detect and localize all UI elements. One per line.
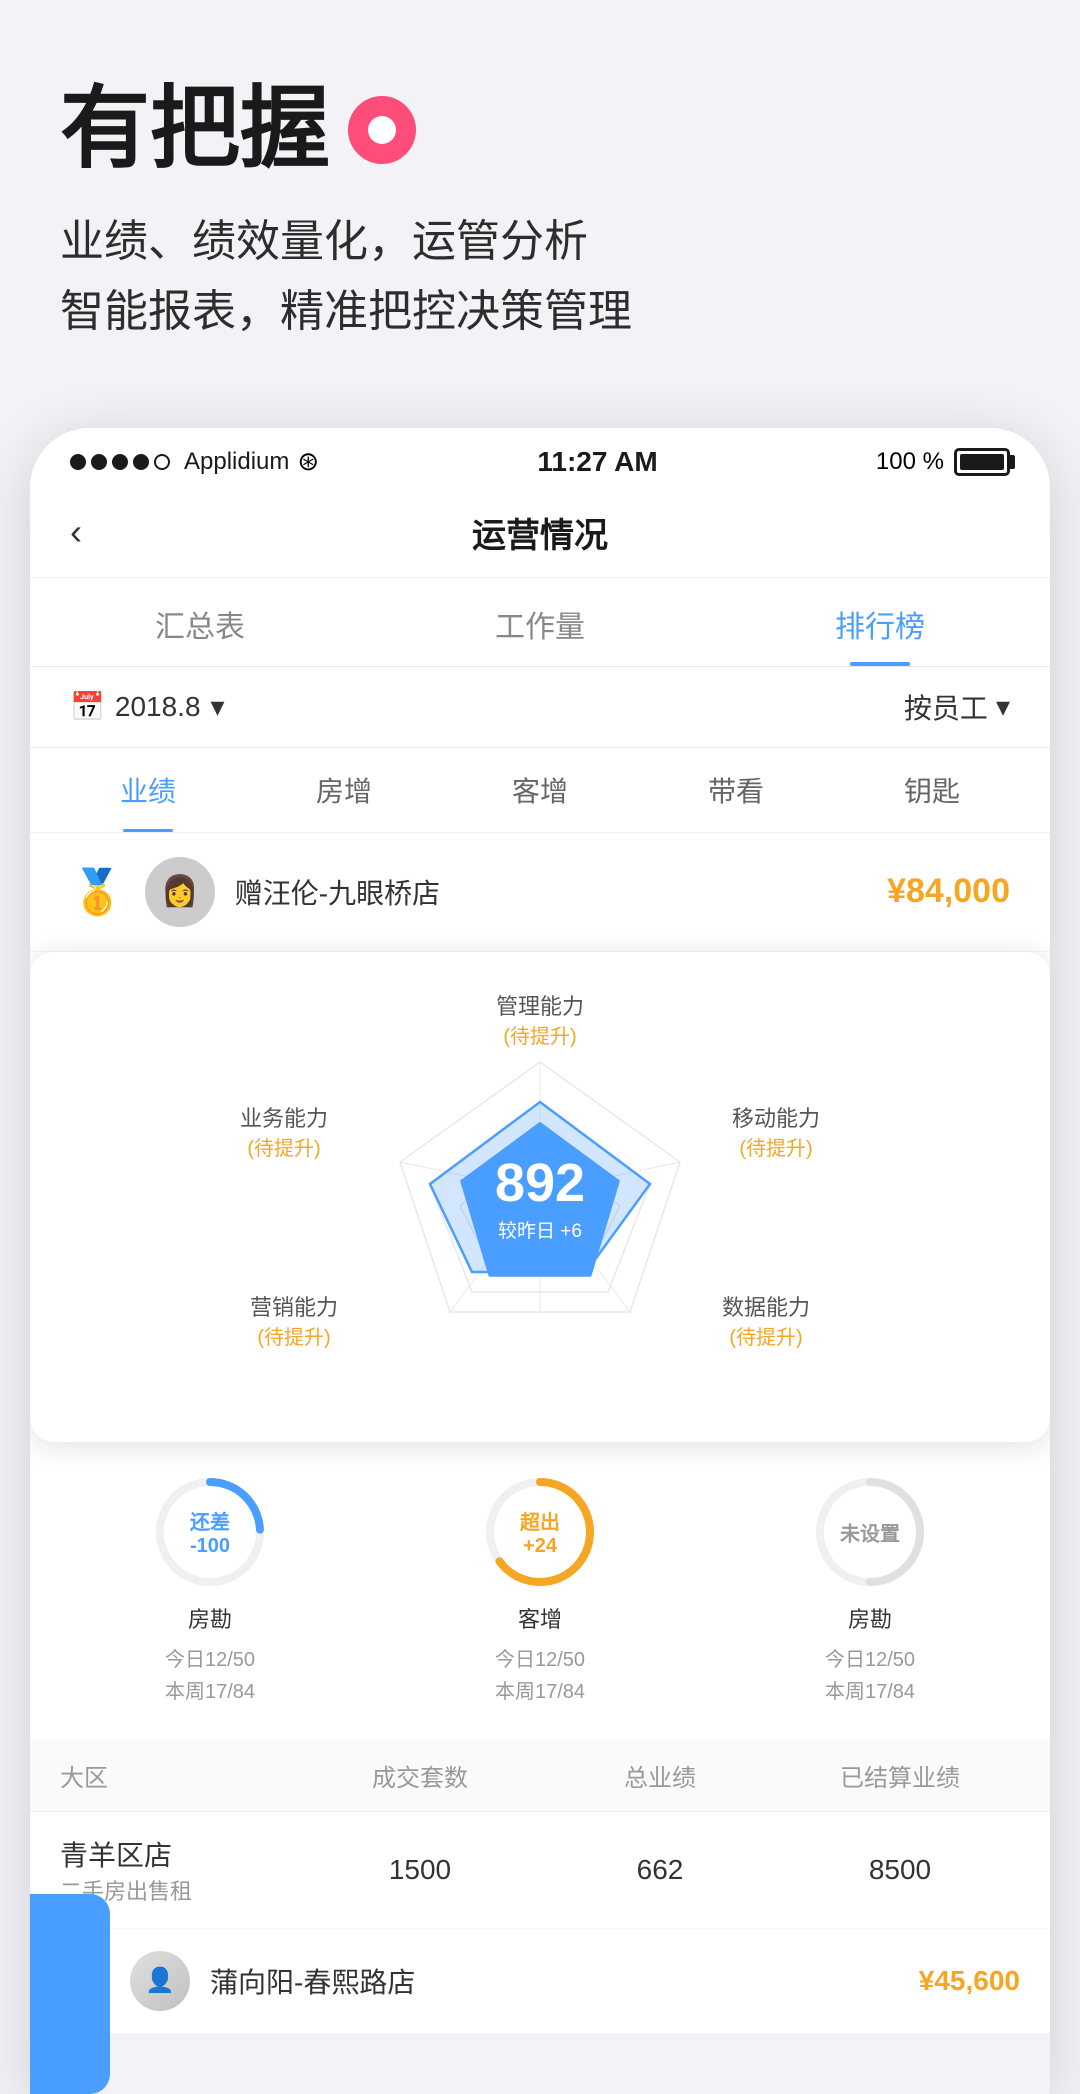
hero-title-container: 有把握 <box>60 80 1020 179</box>
status-left: Applidium ⊛ <box>70 446 319 477</box>
status-time: 11:27 AM <box>537 446 657 478</box>
blue-corner-decoration <box>30 1894 110 2094</box>
hero-title-text: 有把握 <box>60 80 330 179</box>
brand-logo-inner <box>368 116 396 144</box>
back-button[interactable]: ‹ <box>70 511 82 553</box>
sub-tab-bar: 业绩 房增 客增 带看 钥匙 <box>30 748 1050 833</box>
signal-dot-2 <box>91 454 107 470</box>
sub-tab-customer-increase[interactable]: 客增 <box>442 748 638 832</box>
signal-dot-1 <box>70 454 86 470</box>
table-header: 大区 成交套数 总业绩 已结算业绩 <box>30 1740 1050 1812</box>
radar-card: 管理能力 (待提升) 移动能力 (待提升) 数据能力 (待提升) 营销能力 (待… <box>30 952 1050 1442</box>
date-filter[interactable]: 📅 2018.8 ▾ <box>70 690 225 723</box>
progress-card-2: 未设置 房勘 今日12/50 本周17/84 <box>710 1472 1030 1708</box>
person-avatar: 👤 <box>130 1951 190 2011</box>
table-section: 大区 成交套数 总业绩 已结算业绩 青羊区店 二手房出售租 1500 662 8… <box>30 1740 1050 1929</box>
hero-section: 有把握 业绩、绩效量化，运管分析 智能报表，精准把控决策管理 <box>0 0 1080 388</box>
status-right: 100 % <box>876 448 1010 476</box>
main-tab-bar: 汇总表 工作量 排行榜 <box>30 578 1050 667</box>
score-badge: 892 较昨日 +6 <box>460 1122 620 1277</box>
hero-subtitle: 业绩、绩效量化，运管分析 智能报表，精准把控决策管理 <box>60 207 1020 348</box>
rank-amount: ¥84,000 <box>887 872 1010 911</box>
circle-1: 超出 +24 <box>480 1472 600 1592</box>
rank-badge: 🥇 <box>70 866 125 918</box>
score-pentagon: 892 较昨日 +6 <box>460 1122 620 1277</box>
phone-screen: Applidium ⊛ 11:27 AM 100 % ‹ 运营情况 汇总表 工作… <box>30 428 1050 2094</box>
score-number: 892 <box>495 1156 585 1210</box>
circle-text-0: 还差 -100 <box>180 1506 240 1558</box>
person-name: 蒲向阳-春熙路店 <box>210 1961 919 2001</box>
bottom-section <box>30 2034 1050 2094</box>
rank-name: 赠汪伦-九眼桥店 <box>235 872 440 912</box>
signal-dot-4 <box>133 454 149 470</box>
date-chevron: ▾ <box>211 690 225 723</box>
sub-tab-house-increase[interactable]: 房增 <box>246 748 442 832</box>
date-value: 2018.8 <box>115 691 201 723</box>
sub-tab-performance[interactable]: 业绩 <box>50 748 246 832</box>
progress-card-1: 超出 +24 客增 今日12/50 本周17/84 <box>380 1472 700 1708</box>
carrier-name: Applidium <box>184 448 289 476</box>
bottom-ranking-row: 8 👤 蒲向阳-春熙路店 ¥45,600 <box>30 1929 1050 2034</box>
circle-2: 未设置 <box>810 1472 930 1592</box>
radar-label-left: 业务能力 (待提升) <box>240 1104 328 1163</box>
tab-summary[interactable]: 汇总表 <box>30 578 370 666</box>
signal-dot-5 <box>154 454 170 470</box>
circle-text-1: 超出 +24 <box>510 1506 570 1558</box>
phone-mockup: Applidium ⊛ 11:27 AM 100 % ‹ 运营情况 汇总表 工作… <box>30 428 1050 2094</box>
progress-card-0: 还差 -100 房勘 今日12/50 本周17/84 <box>50 1472 370 1708</box>
hero-subtitle-line1: 业绩、绩效量化，运管分析 <box>60 207 1020 277</box>
table-row-0: 青羊区店 二手房出售租 1500 662 8500 <box>30 1812 1050 1929</box>
group-chevron: ▾ <box>996 690 1010 723</box>
score-subtitle: 较昨日 +6 <box>498 1216 582 1243</box>
sub-tab-showing[interactable]: 带看 <box>638 748 834 832</box>
progress-cards: 还差 -100 房勘 今日12/50 本周17/84 超出 +24 <box>30 1442 1050 1738</box>
app-header: ‹ 运营情况 <box>30 488 1050 578</box>
signal-dots <box>70 454 170 470</box>
cell-col3-0: 662 <box>540 1854 780 1886</box>
hero-subtitle-line2: 智能报表，精准把控决策管理 <box>60 277 1020 347</box>
radar-chart: 管理能力 (待提升) 移动能力 (待提升) 数据能力 (待提升) 营销能力 (待… <box>290 992 790 1392</box>
radar-label-right: 移动能力 (待提升) <box>732 1104 820 1163</box>
col-header-1: 成交套数 <box>300 1758 540 1793</box>
group-filter[interactable]: 按员工 ▾ <box>904 687 1010 727</box>
col-header-0: 大区 <box>60 1758 300 1793</box>
cell-col2-0: 1500 <box>300 1854 540 1886</box>
signal-dot-3 <box>112 454 128 470</box>
wifi-icon: ⊛ <box>297 446 319 477</box>
battery-fill <box>960 454 1004 470</box>
sub-tab-key[interactable]: 钥匙 <box>834 748 1030 832</box>
filter-row: 📅 2018.8 ▾ 按员工 ▾ <box>30 667 1050 748</box>
brand-logo-circle <box>348 96 416 164</box>
tab-workload[interactable]: 工作量 <box>370 578 710 666</box>
battery-text: 100 % <box>876 448 944 476</box>
col-header-3: 已结算业绩 <box>780 1758 1020 1793</box>
radar-label-bottom-right: 数据能力 (待提升) <box>722 1293 810 1352</box>
top-ranking-row: 🥇 👩 赠汪伦-九眼桥店 ¥84,000 <box>30 833 1050 952</box>
tab-ranking[interactable]: 排行榜 <box>710 578 1050 666</box>
group-value: 按员工 <box>904 687 988 727</box>
cell-col4-0: 8500 <box>780 1854 1020 1886</box>
status-bar: Applidium ⊛ 11:27 AM 100 % <box>30 428 1050 488</box>
rank-avatar: 👩 <box>145 857 215 927</box>
battery-bar <box>954 448 1010 476</box>
rank-left: 🥇 👩 赠汪伦-九眼桥店 <box>70 857 440 927</box>
circle-text-2: 未设置 <box>840 1517 900 1546</box>
app-title: 运营情况 <box>472 508 608 557</box>
radar-label-bottom-left: 营销能力 (待提升) <box>250 1293 338 1352</box>
calendar-icon: 📅 <box>70 690 105 723</box>
circle-0: 还差 -100 <box>150 1472 270 1592</box>
radar-label-top: 管理能力 (待提升) <box>496 992 584 1051</box>
person-amount: ¥45,600 <box>919 1965 1020 1997</box>
col-header-2: 总业绩 <box>540 1758 780 1793</box>
